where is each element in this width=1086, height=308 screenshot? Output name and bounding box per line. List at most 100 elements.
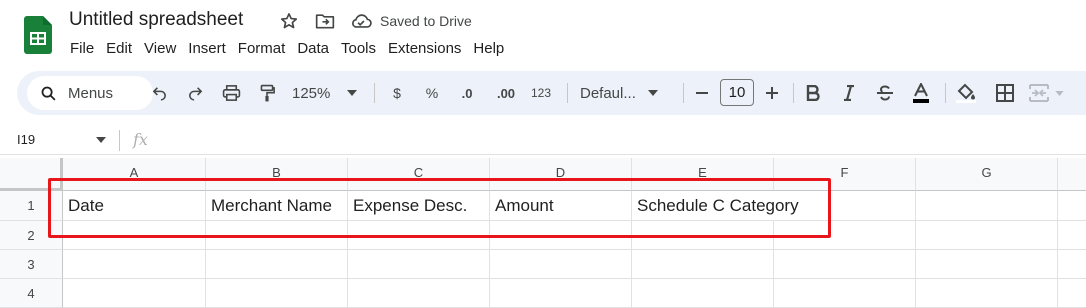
strikethrough-icon[interactable]	[874, 79, 896, 107]
cloud-saved-icon[interactable]	[350, 10, 372, 32]
menu-insert[interactable]: Insert	[182, 38, 232, 60]
cell-a3[interactable]	[63, 250, 206, 279]
currency-format-button[interactable]: $	[386, 79, 408, 107]
zoom-select[interactable]: 125%	[292, 79, 362, 107]
column-header-g[interactable]: G	[916, 158, 1058, 191]
increase-decimal-label: .00	[496, 85, 516, 101]
column-header-e[interactable]: E	[632, 158, 774, 191]
cell-e4[interactable]	[632, 279, 774, 308]
chevron-down-icon[interactable]	[96, 137, 106, 143]
column-header-b[interactable]: B	[206, 158, 348, 191]
fill-color-icon[interactable]	[954, 79, 978, 107]
zoom-value: 125%	[292, 84, 331, 102]
redo-icon[interactable]	[184, 79, 206, 107]
cell-c2[interactable]	[348, 221, 490, 250]
cell-b4[interactable]	[206, 279, 348, 308]
paint-format-icon[interactable]	[256, 79, 278, 107]
cell-d3[interactable]	[490, 250, 632, 279]
toolbar: Menus 125% $ % .0 .00 123 Defaul... 10	[17, 71, 1086, 115]
document-title[interactable]: Untitled spreadsheet	[69, 9, 243, 31]
select-all-corner[interactable]	[0, 158, 63, 191]
minus-icon[interactable]	[692, 79, 712, 107]
menu-tools[interactable]: Tools	[335, 38, 382, 60]
cell-b2[interactable]	[206, 221, 348, 250]
menu-data[interactable]: Data	[291, 38, 335, 60]
column-header-a[interactable]: A	[63, 158, 206, 191]
menu-format[interactable]: Format	[232, 38, 292, 60]
font-select[interactable]: Defaul...	[580, 79, 670, 107]
currency-label: $	[393, 85, 401, 101]
save-status: Saved to Drive	[380, 13, 472, 29]
number-format-label: 123	[530, 86, 552, 100]
row-header-4[interactable]: 4	[0, 279, 63, 308]
cell-a4[interactable]	[63, 279, 206, 308]
cell-a1[interactable]: Date	[63, 191, 206, 221]
percent-format-button[interactable]: %	[421, 79, 443, 107]
column-header-d[interactable]: D	[490, 158, 632, 191]
move-folder-icon[interactable]	[314, 10, 336, 32]
column-header-h[interactable]	[1058, 158, 1086, 191]
row-header-3[interactable]: 3	[0, 250, 63, 279]
cell-c4[interactable]	[348, 279, 490, 308]
menu-file[interactable]: File	[64, 38, 100, 60]
search-menus[interactable]: Menus	[27, 76, 153, 110]
increase-decimal-button[interactable]: .00	[491, 79, 521, 107]
plus-icon[interactable]	[762, 79, 782, 107]
cell-g4[interactable]	[916, 279, 1058, 308]
bold-icon[interactable]	[802, 79, 824, 107]
cell-h2[interactable]	[1058, 221, 1086, 250]
column-header-f[interactable]: F	[774, 158, 916, 191]
decrease-decimal-button[interactable]: .0	[454, 79, 480, 107]
menu-extensions[interactable]: Extensions	[382, 38, 467, 60]
cell-c3[interactable]	[348, 250, 490, 279]
cell-f3[interactable]	[774, 250, 916, 279]
borders-icon[interactable]	[993, 79, 1017, 107]
cell-b3[interactable]	[206, 250, 348, 279]
sheet-grid: A B C D E F G 1 2 3 4 Date Merchant Name…	[0, 158, 1086, 308]
cell-h3[interactable]	[1058, 250, 1086, 279]
row-header-2[interactable]: 2	[0, 221, 63, 250]
cell-c1[interactable]: Expense Desc.	[348, 191, 490, 221]
cell-a2[interactable]	[63, 221, 206, 250]
cell-e2[interactable]	[632, 221, 774, 250]
row-header-1[interactable]: 1	[0, 191, 63, 221]
cell-d2[interactable]	[490, 221, 632, 250]
menu-bar: File Edit View Insert Format Data Tools …	[64, 38, 510, 60]
menu-view[interactable]: View	[138, 38, 182, 60]
font-value: Defaul...	[580, 84, 636, 102]
toolbar-divider	[793, 83, 794, 103]
menu-edit[interactable]: Edit	[100, 38, 138, 60]
cell-g2[interactable]	[916, 221, 1058, 250]
cell-f1[interactable]	[774, 191, 916, 221]
column-header-c[interactable]: C	[348, 158, 490, 191]
cell-e3[interactable]	[632, 250, 774, 279]
cell-d1[interactable]: Amount	[490, 191, 632, 221]
cell-g1[interactable]	[916, 191, 1058, 221]
cell-e1[interactable]: Schedule C Category	[632, 191, 799, 221]
search-label: Menus	[68, 85, 114, 102]
toolbar-divider	[567, 83, 568, 103]
cell-g3[interactable]	[916, 250, 1058, 279]
name-box[interactable]: I19	[17, 132, 35, 147]
font-size-input[interactable]: 10	[720, 79, 754, 106]
search-icon	[41, 86, 56, 101]
sheets-logo-icon[interactable]	[24, 16, 52, 54]
undo-icon[interactable]	[148, 79, 170, 107]
cell-d4[interactable]	[490, 279, 632, 308]
print-icon[interactable]	[220, 79, 242, 107]
number-format-button[interactable]: 123	[527, 79, 555, 107]
star-icon[interactable]	[278, 10, 300, 32]
fx-icon: fx	[133, 130, 148, 149]
text-color-icon[interactable]	[909, 79, 933, 107]
cell-h1[interactable]	[1058, 191, 1086, 221]
menu-help[interactable]: Help	[467, 38, 510, 60]
formula-divider	[119, 130, 120, 151]
cell-b1[interactable]: Merchant Name	[206, 191, 348, 221]
cell-h4[interactable]	[1058, 279, 1086, 308]
cell-f4[interactable]	[774, 279, 916, 308]
italic-icon[interactable]	[838, 79, 860, 107]
cell-f2[interactable]	[774, 221, 916, 250]
formula-bar: I19 fx	[0, 125, 1086, 155]
spreadsheet-app: Untitled spreadsheet Saved to Drive File…	[0, 0, 1086, 308]
merge-cells-icon[interactable]	[1029, 79, 1073, 107]
